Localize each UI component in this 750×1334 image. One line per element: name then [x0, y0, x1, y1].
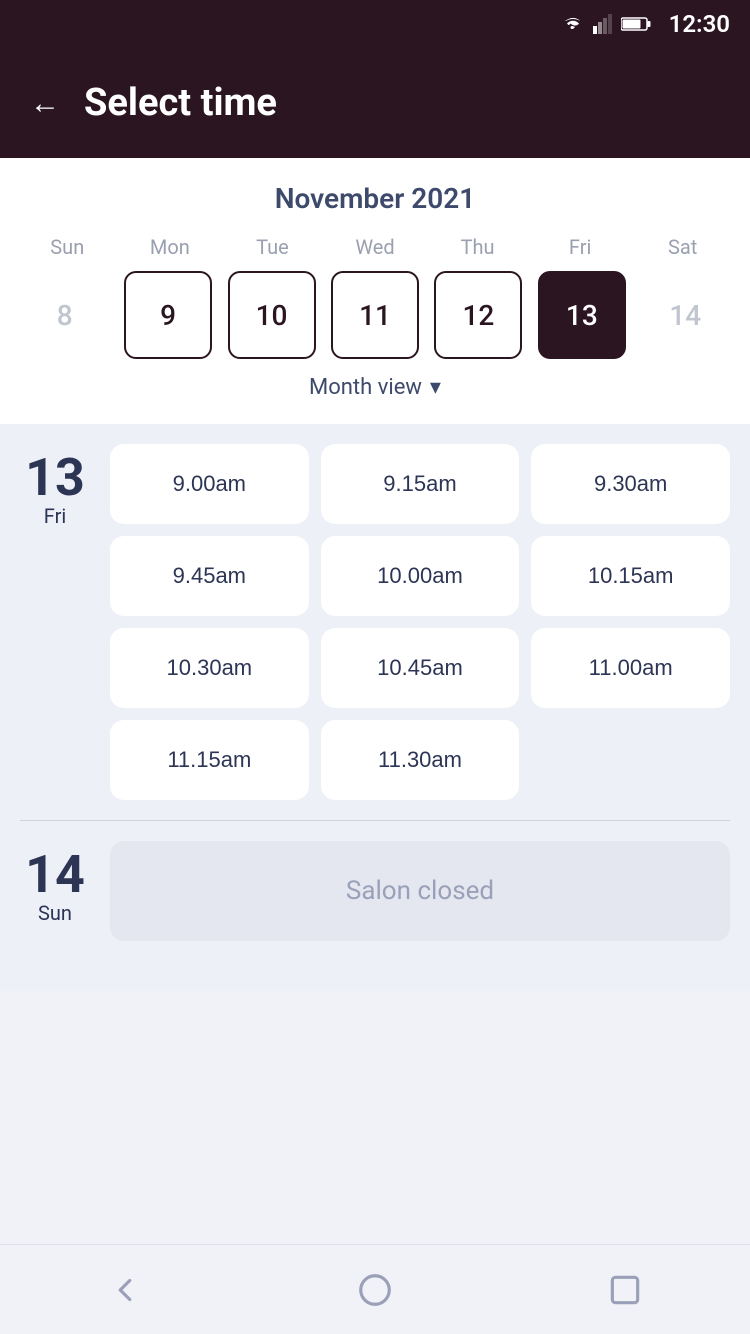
- weekday-wed: Wed: [324, 235, 427, 259]
- date-10[interactable]: 10: [228, 271, 316, 359]
- weekday-fri: Fri: [529, 235, 632, 259]
- nav-home-button[interactable]: [345, 1260, 405, 1320]
- timeslot-9-00am[interactable]: 9.00am: [110, 444, 309, 524]
- day-13-name: Fri: [44, 504, 66, 528]
- chevron-down-icon: ▾: [430, 375, 441, 400]
- weekday-row: Sun Mon Tue Wed Thu Fri Sat: [16, 235, 734, 259]
- timeslot-10-30am[interactable]: 10.30am: [110, 628, 309, 708]
- bottom-nav: [0, 1244, 750, 1334]
- day-14-block: 14 Sun Salon closed: [20, 841, 730, 941]
- weekday-sun: Sun: [16, 235, 119, 259]
- timeslot-9-15am[interactable]: 9.15am: [321, 444, 520, 524]
- month-view-label: Month view: [309, 375, 422, 400]
- weekday-tue: Tue: [221, 235, 324, 259]
- status-bar: 12:30: [0, 0, 750, 48]
- timeslot-11-00am[interactable]: 11.00am: [531, 628, 730, 708]
- day-13-number: 13: [25, 452, 85, 504]
- date-13[interactable]: 13: [538, 271, 626, 359]
- date-8[interactable]: 8: [21, 271, 109, 359]
- date-14[interactable]: 14: [641, 271, 729, 359]
- recent-nav-icon: [606, 1271, 644, 1309]
- signal-icon: [593, 14, 613, 34]
- status-time: 12:30: [669, 10, 730, 38]
- timeslot-11-15am[interactable]: 11.15am: [110, 720, 309, 800]
- salon-closed-label: Salon closed: [110, 841, 730, 941]
- back-nav-icon: [106, 1271, 144, 1309]
- month-year-label: November 2021: [16, 182, 734, 215]
- nav-back-button[interactable]: [95, 1260, 155, 1320]
- month-view-toggle[interactable]: Month view ▾: [16, 359, 734, 408]
- date-12[interactable]: 12: [434, 271, 522, 359]
- app-header: ← Select time: [0, 48, 750, 158]
- date-row: 8 9 10 11 12 13 14: [16, 271, 734, 359]
- day-14-label: 14 Sun: [20, 841, 90, 941]
- timeslot-10-45am[interactable]: 10.45am: [321, 628, 520, 708]
- timeslots-section: 13 Fri 9.00am 9.15am 9.30am 9.45am 10.00…: [0, 424, 750, 991]
- day-14-name: Sun: [38, 901, 72, 925]
- timeslot-9-45am[interactable]: 9.45am: [110, 536, 309, 616]
- status-icons: [561, 14, 651, 34]
- page-title: Select time: [84, 81, 277, 125]
- battery-icon: [621, 16, 651, 32]
- weekday-sat: Sat: [631, 235, 734, 259]
- home-nav-icon: [356, 1271, 394, 1309]
- day-13-block: 13 Fri 9.00am 9.15am 9.30am 9.45am 10.00…: [20, 444, 730, 800]
- timeslot-10-15am[interactable]: 10.15am: [531, 536, 730, 616]
- back-button[interactable]: ←: [30, 86, 60, 121]
- date-9[interactable]: 9: [124, 271, 212, 359]
- day-13-label: 13 Fri: [20, 444, 90, 800]
- section-divider: [20, 820, 730, 821]
- day-14-number: 14: [25, 849, 85, 901]
- timeslot-10-00am[interactable]: 10.00am: [321, 536, 520, 616]
- calendar-section: November 2021 Sun Mon Tue Wed Thu Fri Sa…: [0, 158, 750, 424]
- timeslot-grid-13: 9.00am 9.15am 9.30am 9.45am 10.00am 10.1…: [110, 444, 730, 800]
- nav-recent-button[interactable]: [595, 1260, 655, 1320]
- date-11[interactable]: 11: [331, 271, 419, 359]
- timeslot-11-30am[interactable]: 11.30am: [321, 720, 520, 800]
- wifi-icon: [561, 15, 585, 33]
- timeslot-9-30am[interactable]: 9.30am: [531, 444, 730, 524]
- weekday-thu: Thu: [426, 235, 529, 259]
- weekday-mon: Mon: [119, 235, 222, 259]
